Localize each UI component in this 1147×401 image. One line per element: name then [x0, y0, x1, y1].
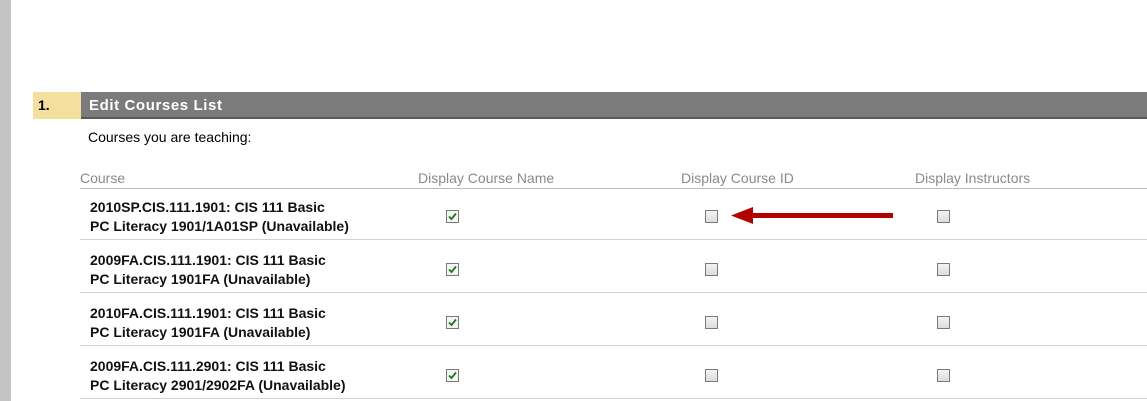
course-name-line1: 2009FA.CIS.111.1901: CIS 111 Basic — [90, 252, 326, 268]
display-course-id-checkbox[interactable] — [705, 263, 718, 276]
display-instructors-checkbox[interactable] — [937, 316, 950, 329]
column-header-display-course-name: Display Course Name — [418, 170, 555, 186]
header-rule — [80, 188, 1147, 189]
display-instructors-checkbox[interactable] — [937, 263, 950, 276]
table-row: 2009FA.CIS.111.2901: CIS 111 Basic PC Lit… — [80, 349, 1147, 399]
display-course-name-checkbox[interactable] — [446, 316, 459, 329]
row-divider — [80, 345, 1147, 346]
checkmark-icon — [448, 371, 457, 380]
left-rail — [0, 0, 11, 401]
display-course-name-checkbox[interactable] — [446, 263, 459, 276]
display-course-name-checkbox[interactable] — [446, 369, 459, 382]
course-name: 2009FA.CIS.111.1901: CIS 111 Basic PC Lit… — [90, 251, 326, 289]
course-name-line2: PC Literacy 1901FA (Unavailable) — [90, 271, 311, 287]
course-name: 2010SP.CIS.111.1901: CIS 111 Basic PC Lit… — [90, 198, 349, 236]
course-name-line2: PC Literacy 1901FA (Unavailable) — [90, 324, 311, 340]
row-divider — [80, 239, 1147, 240]
course-name: 2009FA.CIS.111.2901: CIS 111 Basic PC Lit… — [90, 357, 346, 395]
display-course-id-checkbox[interactable] — [705, 316, 718, 329]
display-course-id-checkbox[interactable] — [705, 369, 718, 382]
course-name-line2: PC Literacy 2901/2902FA (Unavailable) — [90, 377, 346, 393]
display-course-name-checkbox[interactable] — [446, 210, 459, 223]
course-name-line1: 2009FA.CIS.111.2901: CIS 111 Basic — [90, 358, 326, 374]
table-row: 2009FA.CIS.111.1901: CIS 111 Basic PC Lit… — [80, 243, 1147, 293]
course-name-line1: 2010SP.CIS.111.1901: CIS 111 Basic — [90, 199, 325, 215]
courses-caption: Courses you are teaching: — [88, 129, 252, 145]
display-course-id-checkbox[interactable] — [705, 210, 718, 223]
display-instructors-checkbox[interactable] — [937, 369, 950, 382]
course-name-line2: PC Literacy 1901/1A01SP (Unavailable) — [90, 218, 349, 234]
row-divider — [80, 398, 1147, 399]
checkmark-icon — [448, 212, 457, 221]
checkmark-icon — [448, 265, 457, 274]
step-header: 1. Edit Courses List — [33, 92, 1147, 119]
table-row: 2010SP.CIS.111.1901: CIS 111 Basic PC Lit… — [80, 190, 1147, 240]
red-arrow-icon — [731, 207, 893, 224]
column-header-display-course-id: Display Course ID — [681, 170, 794, 186]
display-instructors-checkbox[interactable] — [937, 210, 950, 223]
column-header-course: Course — [80, 170, 126, 186]
step-title: Edit Courses List — [81, 92, 1147, 119]
row-divider — [80, 292, 1147, 293]
table-row: 2010FA.CIS.111.1901: CIS 111 Basic PC Lit… — [80, 296, 1147, 346]
course-name-line1: 2010FA.CIS.111.1901: CIS 111 Basic — [90, 305, 326, 321]
course-name: 2010FA.CIS.111.1901: CIS 111 Basic PC Lit… — [90, 304, 326, 342]
step-number: 1. — [33, 92, 81, 119]
column-header-display-instructors: Display Instructors — [915, 170, 1031, 186]
checkmark-icon — [448, 318, 457, 327]
